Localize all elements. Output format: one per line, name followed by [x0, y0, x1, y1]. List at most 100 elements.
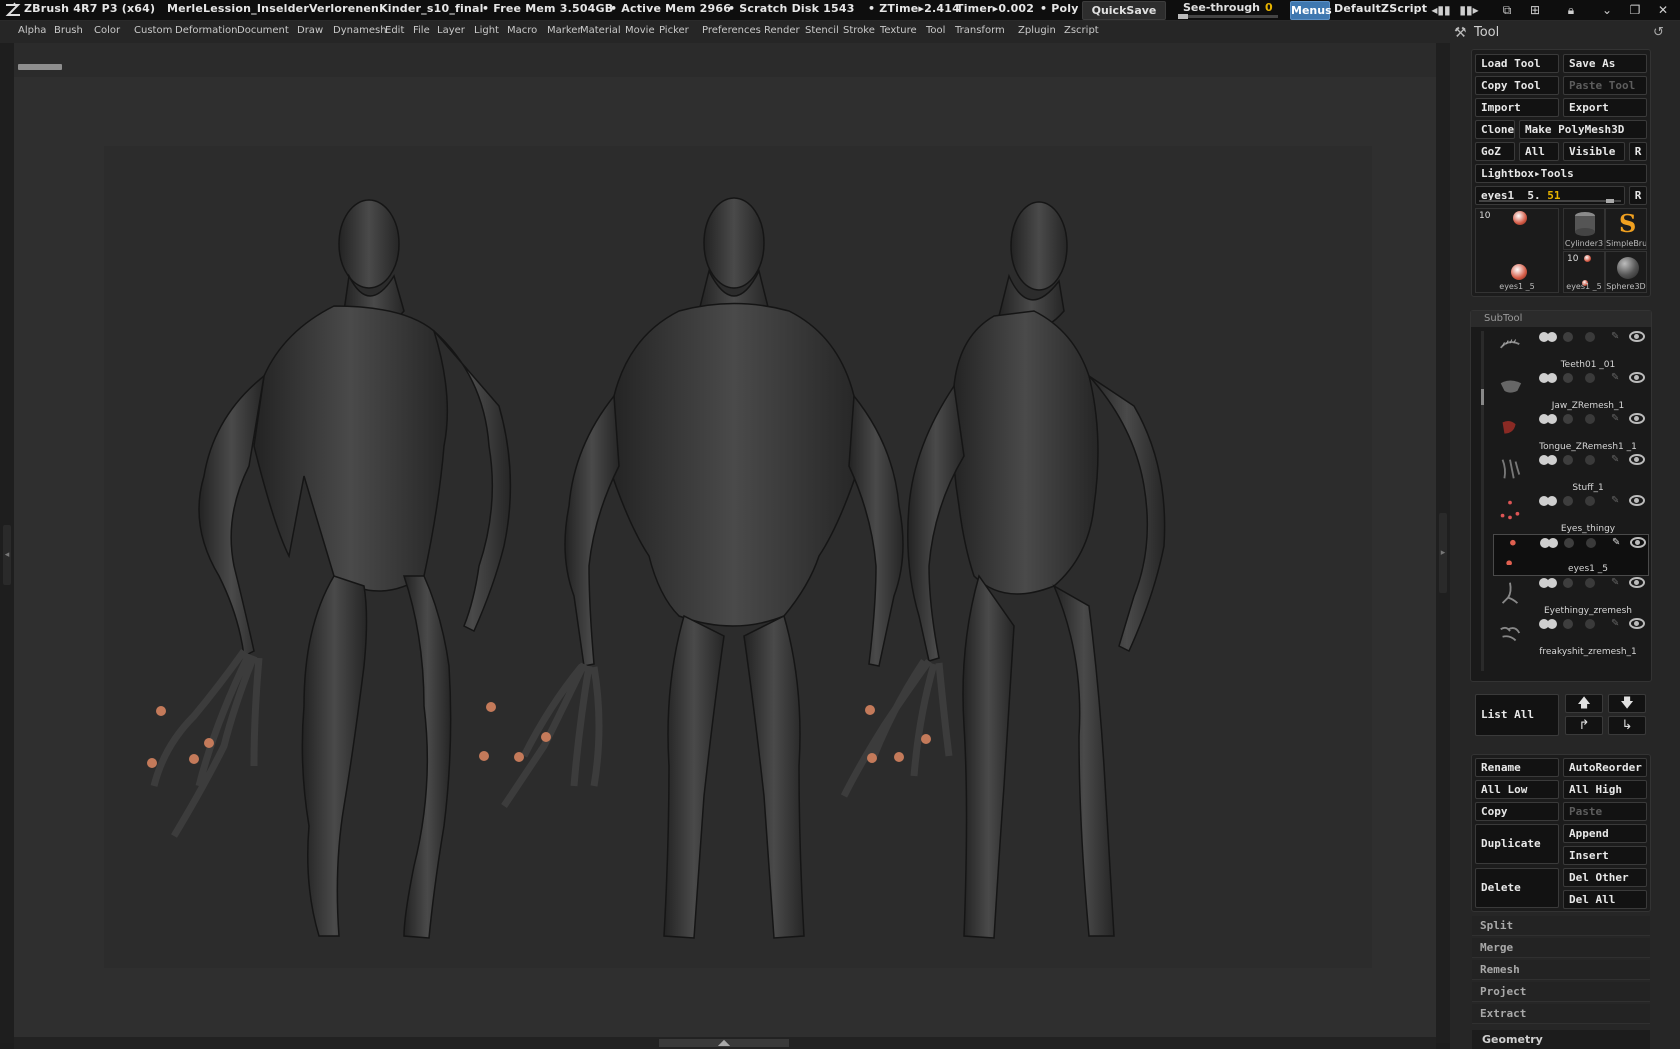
lightbox-tools-button[interactable]: Lightbox▸Tools	[1475, 164, 1647, 183]
right-tray-toggle-icon[interactable]: ▸	[1439, 513, 1447, 593]
bottom-tray-toggle-icon[interactable]: ◢◣	[659, 1039, 789, 1047]
section-extract[interactable]: Extract	[1472, 1004, 1650, 1024]
menu-stroke[interactable]: Stroke	[843, 25, 875, 36]
eye-icon[interactable]	[1629, 413, 1645, 424]
copy-tool-button[interactable]: Copy Tool	[1475, 76, 1559, 95]
move-down-button[interactable]: 🡇	[1608, 694, 1646, 713]
goz-all-button[interactable]: All	[1519, 142, 1559, 161]
canvas[interactable]	[14, 77, 1436, 1037]
brush-icon[interactable]: ✎	[1611, 373, 1624, 383]
subtool-row[interactable]: ✎ Eyethingy_zremesh	[1493, 575, 1649, 617]
brush-icon[interactable]: ✎	[1611, 619, 1624, 629]
subtool-row[interactable]: ✎ Jaw_ZRemesh_1	[1493, 370, 1649, 412]
menu-zplugin[interactable]: Zplugin	[1018, 25, 1056, 36]
tool-thumbnail-eyes-large[interactable]: 10 eyes1 _5	[1475, 208, 1559, 293]
subtool-header[interactable]: SubTool	[1471, 311, 1651, 327]
merge-toggle-icon[interactable]	[1564, 538, 1574, 548]
minimize-icon[interactable]: ⌄	[1596, 2, 1618, 19]
tool-thumbnail-simplebrush[interactable]: S SimpleBru	[1605, 208, 1647, 250]
duplicate-button[interactable]: Duplicate	[1475, 824, 1559, 864]
rename-button[interactable]: Rename	[1475, 758, 1559, 777]
tool-thumbnail-cylinder3[interactable]: Cylinder3	[1563, 208, 1605, 250]
menu-movie[interactable]: Movie	[625, 25, 655, 36]
goz-visible-button[interactable]: Visible	[1563, 142, 1625, 161]
list-all-button[interactable]: List All	[1475, 694, 1559, 736]
all-high-button[interactable]: All High	[1563, 780, 1647, 799]
eye-icon[interactable]	[1629, 577, 1645, 588]
solo-toggle-icon[interactable]	[1547, 332, 1557, 342]
brush-icon[interactable]: ✎	[1611, 455, 1624, 465]
menu-draw[interactable]: Draw	[297, 25, 323, 36]
subtool-row[interactable]: ✎ Teeth01 _01	[1493, 329, 1649, 371]
sculpt-viewport[interactable]	[104, 146, 1372, 968]
menu-brush[interactable]: Brush	[54, 25, 83, 36]
append-button[interactable]: Append	[1563, 824, 1647, 843]
default-zscript[interactable]: DefaultZScript	[1334, 2, 1427, 15]
dynamesh-toggle-icon[interactable]	[1585, 578, 1595, 588]
eye-icon[interactable]	[1629, 331, 1645, 342]
copy-subtool-button[interactable]: Copy	[1475, 802, 1559, 821]
menu-tool[interactable]: Tool	[926, 25, 945, 36]
make-polymesh3d-button[interactable]: Make PolyMesh3D	[1519, 120, 1647, 139]
dynamesh-toggle-icon[interactable]	[1586, 538, 1596, 548]
del-all-button[interactable]: Del All	[1563, 890, 1647, 909]
menu-alpha[interactable]: Alpha	[18, 25, 46, 36]
brush-icon[interactable]: ✎	[1611, 578, 1624, 588]
tray-left-icon[interactable]: ◂▮▮	[1430, 2, 1452, 19]
brush-icon[interactable]: ✎	[1611, 332, 1624, 342]
delete-button[interactable]: Delete	[1475, 868, 1559, 908]
menu-document[interactable]: Document	[237, 25, 289, 36]
menu-file[interactable]: File	[413, 25, 430, 36]
subtool-row[interactable]: ✎ Stuff_1	[1493, 452, 1649, 494]
geometry-section[interactable]: Geometry	[1472, 1030, 1650, 1049]
move-to-top-button[interactable]: ↱	[1565, 716, 1603, 735]
current-tool-knob[interactable]	[1606, 199, 1614, 203]
dynamesh-toggle-icon[interactable]	[1585, 619, 1595, 629]
menu-light[interactable]: Light	[474, 25, 499, 36]
merge-toggle-icon[interactable]	[1563, 578, 1573, 588]
paste-tool-button[interactable]: Paste Tool	[1563, 76, 1647, 95]
subtool-scrollbar[interactable]	[1481, 331, 1484, 671]
menu-edit[interactable]: Edit	[385, 25, 404, 36]
save-as-button[interactable]: Save As	[1563, 54, 1647, 73]
menu-picker[interactable]: Picker	[659, 25, 689, 36]
paste-subtool-button[interactable]: Paste	[1563, 802, 1647, 821]
tool-palette-header[interactable]: ⚒ Tool ↺	[1450, 21, 1680, 45]
merge-toggle-icon[interactable]	[1563, 455, 1573, 465]
see-through-knob[interactable]	[1178, 14, 1188, 19]
left-tray-toggle-icon[interactable]: ◂	[3, 525, 11, 585]
merge-toggle-icon[interactable]	[1563, 332, 1573, 342]
load-tool-button[interactable]: Load Tool	[1475, 54, 1559, 73]
eye-icon[interactable]	[1629, 454, 1645, 465]
move-up-button[interactable]: 🡅	[1565, 694, 1603, 713]
menu-layer[interactable]: Layer	[437, 25, 465, 36]
subtool-scroll-thumb[interactable]	[1481, 389, 1484, 405]
dynamesh-toggle-icon[interactable]	[1585, 373, 1595, 383]
tool-thumbnail-eyes-small[interactable]: 10 eyes1 _5	[1563, 251, 1605, 293]
merge-toggle-icon[interactable]	[1563, 496, 1573, 506]
all-low-button[interactable]: All Low	[1475, 780, 1559, 799]
merge-toggle-icon[interactable]	[1563, 373, 1573, 383]
section-split[interactable]: Split	[1472, 916, 1650, 936]
menu-texture[interactable]: Texture	[880, 25, 917, 36]
section-merge[interactable]: Merge	[1472, 938, 1650, 958]
move-to-bottom-button[interactable]: ↳	[1608, 716, 1646, 735]
subtool-row[interactable]: ✎ Eyes_thingy	[1493, 493, 1649, 535]
solo-toggle-icon[interactable]	[1547, 578, 1557, 588]
subtool-row[interactable]: ✎ Tongue_ZRemesh1 _1	[1493, 411, 1649, 453]
goz-r-button[interactable]: R	[1629, 142, 1647, 161]
brush-icon[interactable]: ✎	[1611, 414, 1624, 424]
tray-right-icon[interactable]: ▮▮▸	[1458, 2, 1480, 19]
merge-toggle-icon[interactable]	[1563, 619, 1573, 629]
eye-icon[interactable]	[1629, 618, 1645, 629]
solo-toggle-icon[interactable]	[1547, 619, 1557, 629]
solo-toggle-icon[interactable]	[1547, 373, 1557, 383]
current-tool-slider[interactable]: eyes1 _5. 51	[1475, 186, 1625, 205]
eye-icon[interactable]	[1630, 537, 1646, 548]
menu-dynamesh[interactable]: Dynamesh	[333, 25, 387, 36]
menu-macro[interactable]: Macro	[507, 25, 537, 36]
dynamesh-toggle-icon[interactable]	[1585, 496, 1595, 506]
menu-deformation[interactable]: Deformation	[175, 25, 237, 36]
menu-material[interactable]: Material	[580, 25, 621, 36]
subtool-row[interactable]: ✎ eyes1 _5	[1493, 534, 1649, 576]
